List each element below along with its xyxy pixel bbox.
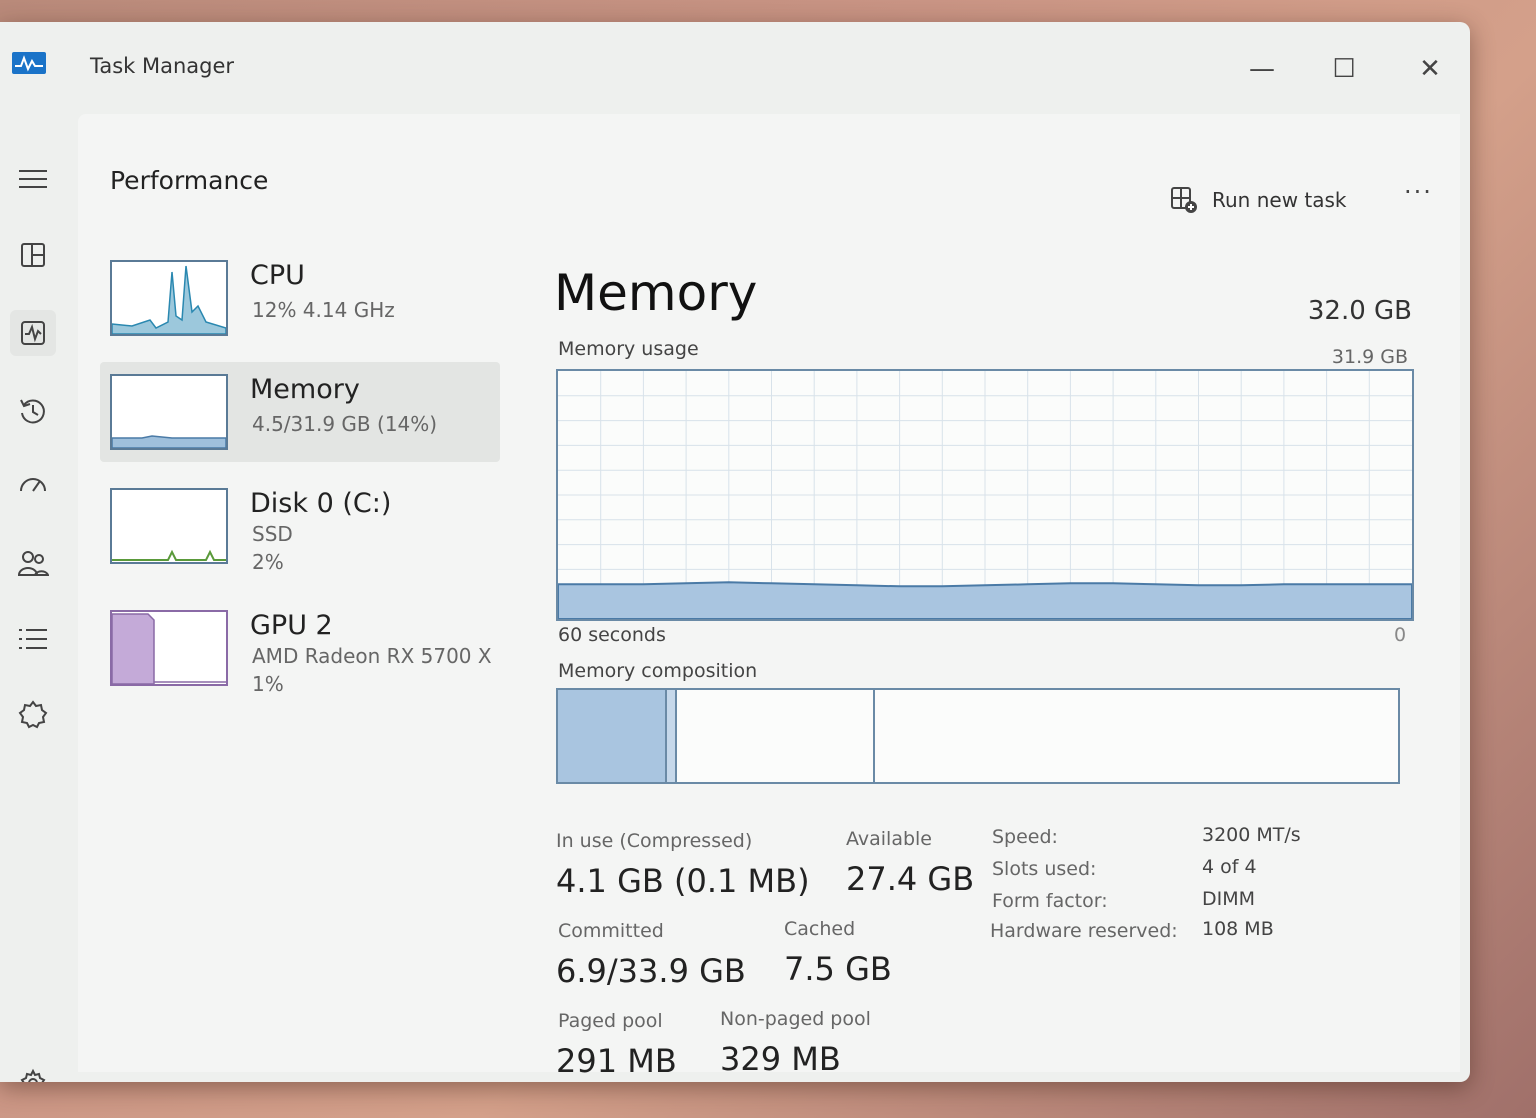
processes-icon xyxy=(21,243,45,267)
nav-app-history[interactable] xyxy=(10,388,56,434)
window-title: Task Manager xyxy=(90,54,235,78)
memory-thumbnail-graph xyxy=(110,374,228,450)
nav-users[interactable] xyxy=(10,540,56,586)
minimize-button[interactable]: — xyxy=(1242,54,1282,90)
performance-icon xyxy=(21,321,45,345)
gpu-thumbnail-graph xyxy=(110,610,228,686)
sidebar-item-name: Memory xyxy=(250,374,360,405)
more-options-button[interactable]: ··· xyxy=(1404,178,1433,206)
nav-performance[interactable] xyxy=(10,310,56,356)
time-span-label: 60 seconds xyxy=(558,624,666,646)
in-use-label: In use (Compressed) xyxy=(556,830,753,852)
cached-label: Cached xyxy=(784,918,856,940)
slots-value: 4 of 4 xyxy=(1202,856,1257,878)
hardware-reserved-value: 108 MB xyxy=(1202,918,1274,940)
performance-page: Performance Run new task ··· CPU 12% 4.1… xyxy=(78,114,1460,1080)
hamburger-menu-button[interactable] xyxy=(10,156,56,202)
sidebar-item-detail: 4.5/31.9 GB (14%) xyxy=(252,412,438,436)
gpu-mini-chart xyxy=(112,613,226,684)
users-icon xyxy=(17,551,49,576)
memory-heading: Memory xyxy=(554,264,758,322)
cpu-thumbnail-graph xyxy=(110,260,228,336)
app-history-icon xyxy=(20,399,45,424)
in-use-value: 4.1 GB (0.1 MB) xyxy=(556,862,810,900)
sidebar-item-detail: AMD Radeon RX 5700 X xyxy=(252,644,492,668)
composition-in-use xyxy=(558,690,668,782)
nav-details[interactable] xyxy=(10,616,56,662)
memory-mini-chart xyxy=(112,435,226,448)
memory-usage-graph xyxy=(556,369,1414,621)
speed-label: Speed: xyxy=(992,826,1058,848)
available-value: 27.4 GB xyxy=(846,860,975,898)
memory-composition-bar xyxy=(556,688,1400,784)
cached-value: 7.5 GB xyxy=(784,950,892,988)
composition-standby xyxy=(677,690,875,782)
hardware-reserved-label: Hardware reserved: xyxy=(990,920,1178,942)
disk-thumbnail-graph xyxy=(110,488,228,564)
hamburger-icon xyxy=(19,170,47,188)
sidebar-item-name: CPU xyxy=(250,260,305,291)
committed-label: Committed xyxy=(558,920,664,942)
speed-value: 3200 MT/s xyxy=(1202,824,1301,846)
run-new-task-label: Run new task xyxy=(1212,188,1347,212)
form-factor-label: Form factor: xyxy=(992,890,1108,912)
nav-startup-apps[interactable] xyxy=(10,464,56,510)
memory-total: 32.0 GB xyxy=(1307,296,1412,326)
nonpaged-pool-label: Non-paged pool xyxy=(720,1008,871,1030)
cpu-mini-chart xyxy=(112,265,226,334)
sidebar-item-detail: 12% 4.14 GHz xyxy=(252,298,395,322)
memory-usage-max: 31.9 GB xyxy=(1331,346,1408,368)
sidebar-item-disk[interactable]: Disk 0 (C:) SSD 2% xyxy=(100,476,500,576)
committed-value: 6.9/33.9 GB xyxy=(556,952,746,990)
disk-mini-chart xyxy=(112,549,226,561)
navigation-rail xyxy=(0,114,78,1082)
sidebar-item-cpu[interactable]: CPU 12% 4.14 GHz xyxy=(100,248,500,348)
startup-apps-icon xyxy=(20,478,46,492)
memory-usage-chart xyxy=(557,371,1413,620)
task-manager-window: Task Manager — ☐ ✕ Performance Run new t… xyxy=(0,22,1470,1082)
sidebar-item-detail-2: 2% xyxy=(252,550,284,574)
maximize-button[interactable]: ☐ xyxy=(1324,54,1364,90)
memory-usage-area xyxy=(557,581,1413,620)
composition-modified xyxy=(667,690,678,782)
title-bar: Task Manager — ☐ ✕ xyxy=(0,22,1470,114)
sidebar-item-memory[interactable]: Memory 4.5/31.9 GB (14%) xyxy=(100,362,500,462)
services-icon xyxy=(18,700,48,729)
memory-composition-label: Memory composition xyxy=(558,660,758,682)
run-new-task-button[interactable]: Run new task xyxy=(1170,186,1347,214)
memory-usage-label: Memory usage xyxy=(558,338,699,360)
close-button[interactable]: ✕ xyxy=(1410,54,1450,90)
form-factor-value: DIMM xyxy=(1202,888,1256,910)
paged-pool-label: Paged pool xyxy=(558,1010,663,1032)
nav-services[interactable] xyxy=(10,692,56,738)
usage-min-label: 0 xyxy=(1394,624,1407,646)
nonpaged-pool-value: 329 MB xyxy=(720,1040,841,1078)
run-new-task-icon xyxy=(1171,187,1197,213)
nav-processes[interactable] xyxy=(10,232,56,278)
composition-free xyxy=(875,690,1398,782)
details-icon xyxy=(19,629,47,649)
sidebar-item-detail-2: 1% xyxy=(252,672,284,696)
task-manager-app-icon xyxy=(12,52,46,74)
sidebar-item-name: GPU 2 xyxy=(250,610,333,641)
settings-icon xyxy=(20,1068,46,1082)
sidebar-item-gpu[interactable]: GPU 2 AMD Radeon RX 5700 X 1% xyxy=(100,598,500,698)
sidebar-item-detail: SSD xyxy=(252,522,293,546)
paged-pool-value: 291 MB xyxy=(556,1042,677,1080)
page-title: Performance xyxy=(110,166,269,195)
sidebar-item-name: Disk 0 (C:) xyxy=(250,488,392,519)
slots-label: Slots used: xyxy=(992,858,1097,880)
nav-settings[interactable] xyxy=(10,1060,56,1082)
available-label: Available xyxy=(846,828,933,850)
